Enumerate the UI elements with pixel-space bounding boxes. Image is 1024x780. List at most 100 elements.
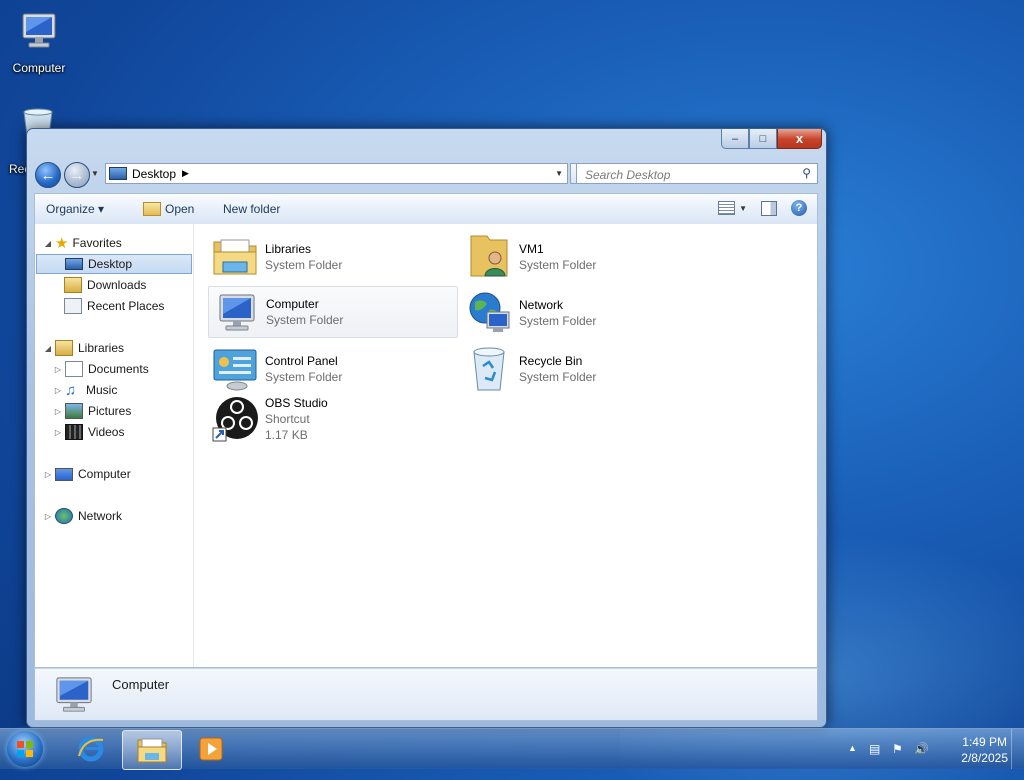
change-view-icon[interactable]	[718, 201, 736, 215]
file-item-libraries[interactable]: Libraries System Folder	[211, 232, 451, 282]
collapse-arrow-icon[interactable]: ◢	[43, 344, 53, 353]
file-item-recycle-bin[interactable]: Recycle Bin System Folder	[465, 344, 705, 394]
address-bar[interactable]: Desktop ▶ ▼	[105, 163, 568, 184]
obs-studio-icon	[212, 397, 258, 442]
minimize-button[interactable]: –	[721, 129, 749, 149]
pictures-icon	[65, 403, 83, 419]
item-name: Network	[519, 298, 564, 312]
volume-icon[interactable]: 🔊	[914, 742, 929, 756]
documents-icon	[65, 361, 83, 377]
file-list: Libraries System Folder VM1 System Folde…	[193, 224, 817, 667]
nav-label: Favorites	[72, 236, 122, 250]
nav-item-downloads[interactable]: Downloads	[64, 275, 146, 295]
show-hidden-icons-icon[interactable]: ▲	[848, 743, 857, 753]
item-type: System Folder	[265, 370, 343, 384]
search-icon[interactable]: ⚲	[802, 166, 811, 180]
details-pane: Computer	[34, 668, 818, 721]
forward-button[interactable]: →	[64, 162, 90, 188]
libraries-icon	[55, 340, 73, 356]
start-button[interactable]	[7, 731, 43, 767]
folder-icon	[137, 738, 167, 763]
content-area: ◢ ★ Favorites Desktop Downloads Recent P…	[34, 224, 818, 668]
expand-arrow-icon[interactable]: ▷	[43, 512, 53, 521]
nav-label: Desktop	[88, 257, 133, 271]
libraries-icon	[213, 239, 257, 275]
nav-item-recent-places[interactable]: Recent Places	[64, 296, 164, 316]
nav-item-music[interactable]: ▷ ♫ Music	[53, 380, 117, 400]
media-player-icon	[199, 737, 223, 761]
search-box[interactable]: ⚲	[576, 163, 818, 184]
item-type: System Folder	[519, 258, 597, 272]
taskbar-media-player[interactable]	[182, 730, 240, 768]
preview-pane-icon[interactable]	[761, 200, 777, 216]
show-desktop-button[interactable]	[1011, 729, 1024, 769]
address-dropdown-icon[interactable]: ▼	[555, 169, 563, 178]
organize-menu[interactable]: Organize ▾	[46, 202, 104, 216]
expand-arrow-icon[interactable]: ▷	[53, 407, 63, 416]
nav-item-pictures[interactable]: ▷ Pictures	[53, 401, 131, 421]
clock[interactable]: 1:49 PM 2/8/2025	[961, 734, 1008, 766]
desktop-icon-computer[interactable]: Computer	[1, 8, 77, 75]
nav-item-desktop[interactable]: Desktop	[36, 254, 192, 274]
nav-libraries[interactable]: ◢ Libraries	[43, 338, 124, 358]
item-type: System Folder	[519, 370, 597, 384]
open-button[interactable]: Open	[143, 202, 194, 216]
star-icon: ★	[55, 235, 69, 252]
caption-buttons: – □ x	[721, 129, 822, 149]
nav-favorites[interactable]: ◢ ★ Favorites	[43, 233, 122, 253]
item-size: 1.17 KB	[265, 428, 308, 442]
internet-explorer-icon	[78, 736, 104, 762]
folder-icon	[143, 202, 161, 216]
arrow-left-icon: ←	[40, 166, 56, 184]
nav-computer[interactable]: ▷ Computer	[43, 464, 131, 484]
maximize-button[interactable]: □	[749, 129, 777, 149]
recycle-bin-icon	[473, 347, 505, 391]
taskbar-windows-explorer[interactable]	[122, 730, 182, 770]
nav-item-documents[interactable]: ▷ Documents	[53, 359, 149, 379]
network-icon	[469, 292, 510, 332]
command-bar: Organize ▾ Open New folder ▼ ?	[34, 193, 818, 224]
expand-arrow-icon[interactable]: ▷	[53, 365, 63, 374]
explorer-window: – □ x ← → ▼ Desktop ▶ ▼ ⇄ ⚲ Organize ▾ O…	[26, 128, 827, 728]
file-item-obs-studio[interactable]: OBS Studio Shortcut 1.17 KB	[211, 394, 451, 454]
downloads-folder-icon	[64, 277, 82, 293]
nav-item-videos[interactable]: ▷ Videos	[53, 422, 124, 442]
recent-pages-dropdown[interactable]: ▼	[91, 169, 99, 178]
taskbar-internet-explorer[interactable]	[62, 730, 120, 768]
collapse-arrow-icon[interactable]: ◢	[43, 239, 53, 248]
back-button[interactable]: ←	[35, 162, 61, 188]
new-folder-button[interactable]: New folder	[223, 202, 280, 216]
item-type: System Folder	[265, 258, 343, 272]
system-tray: ▲ ▤ ⚑ 🔊 1:49 PM 2/8/2025	[834, 729, 1024, 769]
breadcrumb-arrow-icon[interactable]: ▶	[182, 168, 189, 179]
nav-label: Videos	[88, 425, 125, 439]
item-name: OBS Studio	[265, 396, 328, 410]
desktop-icon-label: Computer	[12, 61, 66, 75]
navigation-pane: ◢ ★ Favorites Desktop Downloads Recent P…	[35, 224, 194, 667]
navigation-bar: ← → ▼ Desktop ▶ ▼ ⇄ ⚲	[27, 159, 824, 189]
clock-date: 2/8/2025	[961, 751, 1008, 765]
item-name: Recycle Bin	[519, 354, 583, 368]
file-item-vm1[interactable]: VM1 System Folder	[465, 232, 705, 282]
taskbar: ▲ ▤ ⚑ 🔊 1:49 PM 2/8/2025	[0, 728, 1024, 770]
close-button[interactable]: x	[777, 129, 822, 149]
desktop-icon	[109, 167, 127, 180]
action-center-flag-icon[interactable]: ⚑	[892, 742, 903, 756]
clock-time: 1:49 PM	[962, 735, 1007, 749]
network-status-icon[interactable]: ▤	[869, 742, 880, 756]
file-item-control-panel[interactable]: Control Panel System Folder	[211, 344, 451, 394]
nav-network[interactable]: ▷ Network	[43, 506, 122, 526]
file-item-network[interactable]: Network System Folder	[465, 288, 705, 338]
computer-icon	[219, 294, 255, 331]
item-name: Libraries	[265, 242, 312, 256]
file-item-computer[interactable]: Computer System Folder	[208, 286, 458, 338]
recent-places-icon	[64, 298, 82, 314]
expand-arrow-icon[interactable]: ▷	[53, 428, 63, 437]
expand-arrow-icon[interactable]: ▷	[43, 470, 53, 479]
help-icon[interactable]: ?	[791, 200, 807, 216]
expand-arrow-icon[interactable]: ▷	[53, 386, 63, 395]
search-input[interactable]	[583, 165, 792, 184]
view-options-dropdown-icon[interactable]: ▼	[739, 204, 747, 213]
address-path[interactable]: Desktop	[132, 167, 176, 181]
item-type: Shortcut	[265, 412, 310, 426]
